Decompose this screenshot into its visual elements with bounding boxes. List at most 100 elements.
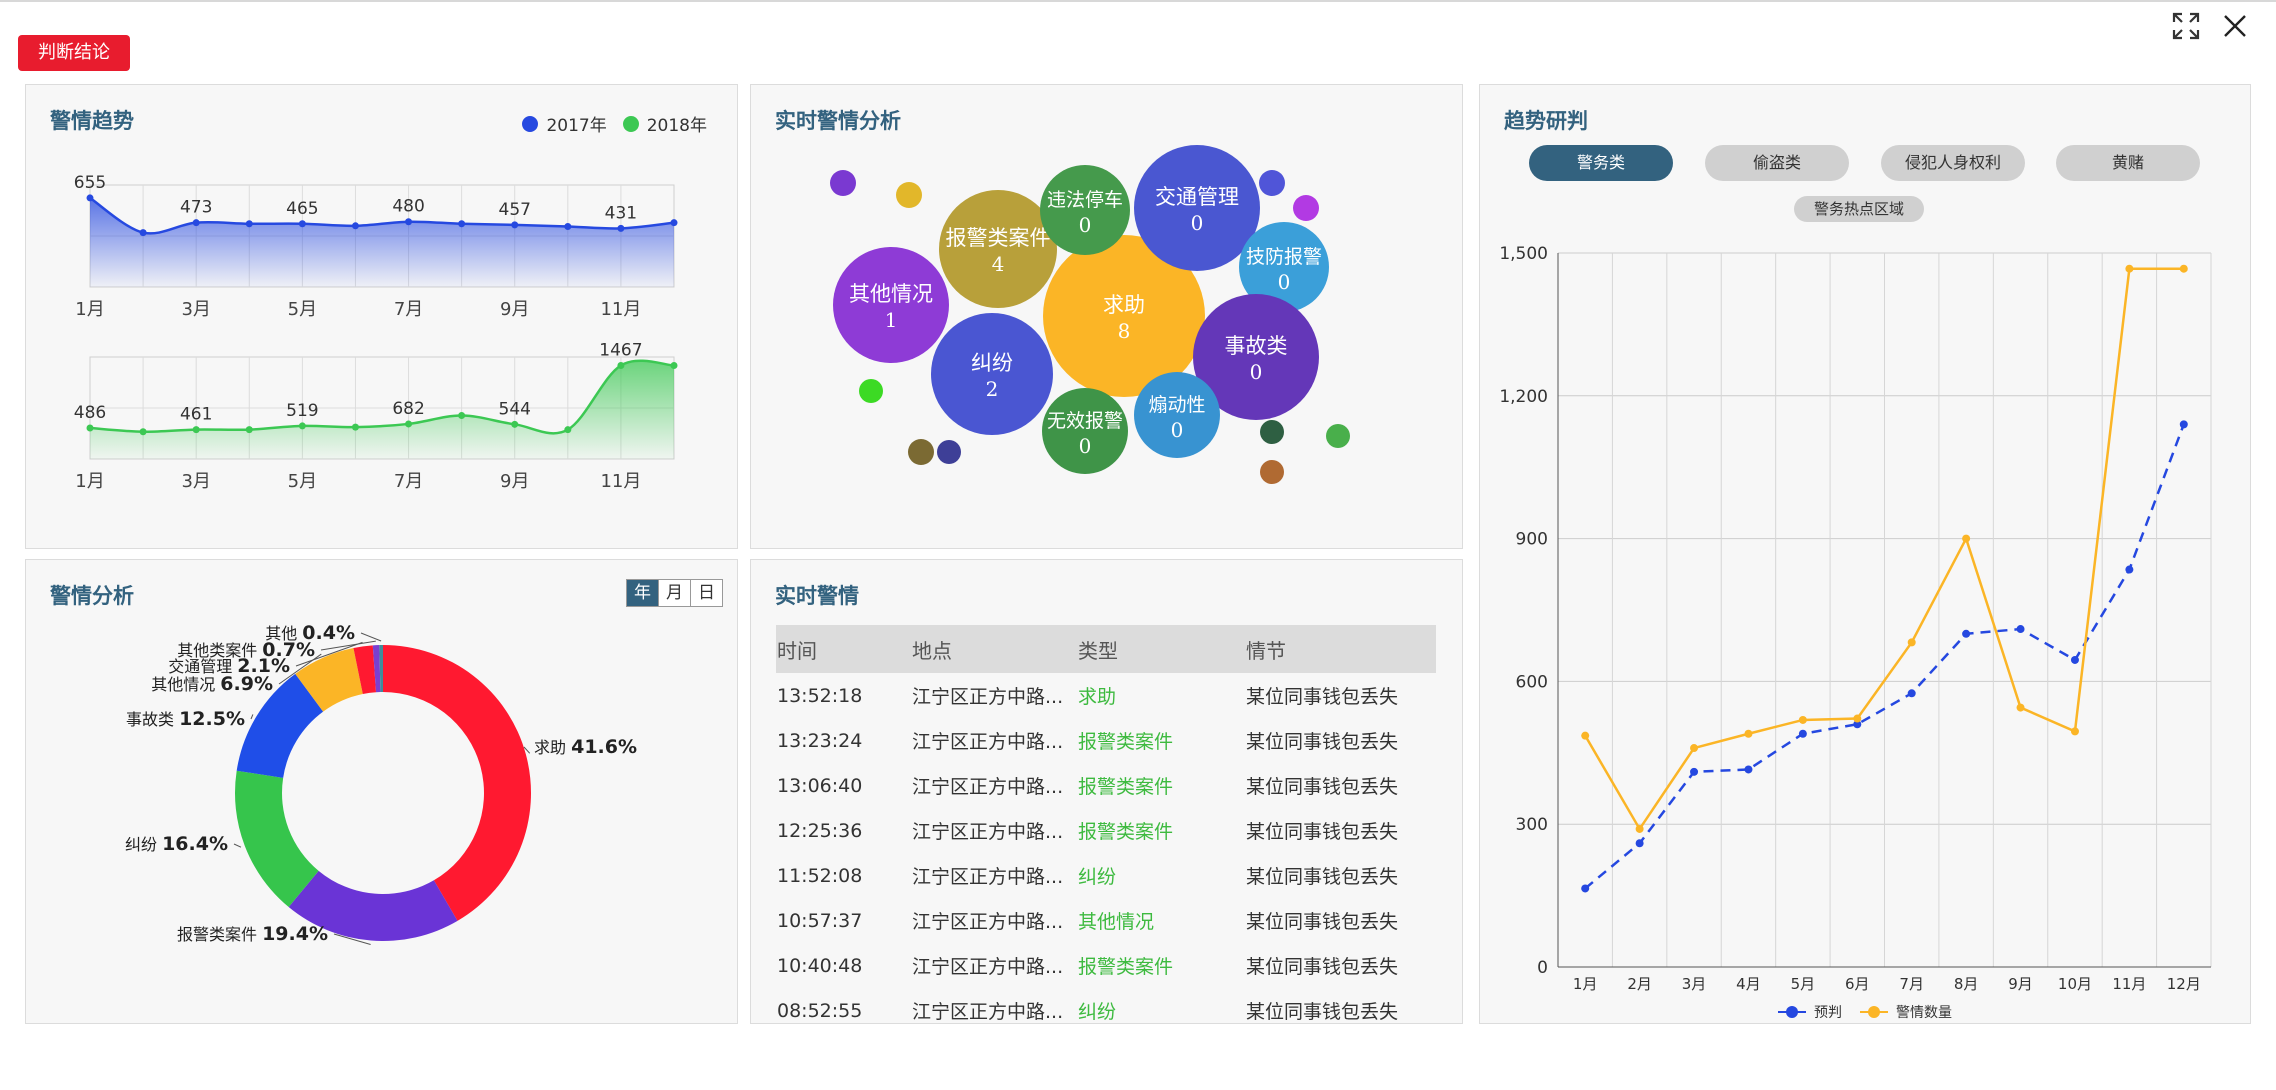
- decor-bubble: [1260, 420, 1284, 444]
- bubble-value: 0: [1278, 270, 1291, 294]
- cell-place: 江宁区正方中路...: [912, 956, 1064, 978]
- col-time: 时间: [776, 625, 911, 673]
- decor-bubble: [859, 379, 883, 403]
- series-point: [2179, 264, 2188, 273]
- x-tick-label: 3月: [1682, 975, 1707, 993]
- table-row[interactable]: 08:52:55 江宁区正方中路... 纠纷 某位同事钱包丢失: [776, 988, 1436, 1033]
- trend-point-label: 457: [499, 200, 531, 220]
- series-point: [1853, 714, 1862, 723]
- alerts-table: 时间 地点 类型 情节 13:52:18 江宁区正方中路... 求助 某位同事钱包丢失…: [776, 625, 1436, 1033]
- legend-label: 警情数量: [1896, 1005, 1952, 1021]
- trend-tick-label: 9月: [500, 299, 529, 320]
- y-tick-label: 600: [1516, 672, 1548, 692]
- decor-bubble: [830, 170, 856, 196]
- cell-place: 江宁区正方中路...: [912, 776, 1064, 798]
- table-row[interactable]: 13:23:24 江宁区正方中路... 报警类案件 某位同事钱包丢失: [776, 718, 1436, 763]
- bubble-name: 求助: [1103, 293, 1145, 317]
- donut-label-name: 报警类案件: [177, 925, 262, 944]
- cell-detail: 某位同事钱包丢失: [1246, 776, 1399, 798]
- series-point: [2070, 727, 2079, 736]
- decor-bubble: [896, 182, 922, 208]
- cell-place: 江宁区正方中路...: [912, 731, 1064, 753]
- research-line-chart: 0 300 600 900 1,200 1,500 1月 2月 3月 4月 5月 6月 7月 8月 9月 10…: [1499, 244, 2212, 1021]
- donut-leader-line: [233, 843, 242, 848]
- alerts-panel-title: 实时警情: [775, 584, 859, 608]
- trend-area: [90, 197, 674, 287]
- trend-point: [405, 218, 413, 226]
- trend-point: [564, 222, 572, 230]
- cell-detail: 某位同事钱包丢失: [1246, 686, 1399, 708]
- decor-bubble: [1293, 195, 1319, 221]
- trend-point-label: 431: [605, 203, 637, 223]
- analysis-panel: 警情分析 年 月 日 求助 41.6% 报警类案件 19.4% 纠纷 16.4% 事故…: [25, 559, 738, 1024]
- y-tick-label: 300: [1516, 815, 1548, 835]
- trend-point-label: 1467: [599, 340, 642, 360]
- trend-tick-label: 7月: [394, 299, 423, 320]
- cell-time: 10:57:37: [777, 909, 863, 932]
- cell-type: 报警类案件: [1078, 731, 1174, 753]
- trend-tick-label: 1月: [75, 471, 104, 492]
- trend-point: [458, 220, 466, 228]
- x-tick-label: 9月: [2008, 975, 2033, 993]
- trend-tick-label: 11月: [600, 299, 641, 320]
- cell-place: 江宁区正方中路...: [912, 911, 1064, 933]
- x-tick-label: 1月: [1573, 975, 1598, 993]
- x-tick-label: 12月: [2167, 975, 2201, 993]
- y-tick-label: 900: [1516, 530, 1548, 550]
- cell-place: 江宁区正方中路...: [912, 821, 1064, 843]
- close-icon[interactable]: [2217, 8, 2253, 44]
- donut-label-value: 0.4%: [302, 622, 355, 644]
- table-row[interactable]: 13:06:40 江宁区正方中路... 报警类案件 某位同事钱包丢失: [776, 763, 1436, 808]
- window-top-border: [0, 0, 2276, 2]
- trend-point: [670, 361, 678, 369]
- bubble-value: 0: [1250, 360, 1263, 384]
- table-row[interactable]: 10:57:37 江宁区正方中路... 其他情况 某位同事钱包丢失: [776, 898, 1436, 943]
- trend-panel: 警情趋势 2017年 2018年 655 473 465 480 457 431 1月 3月 5…: [25, 84, 738, 549]
- bubble-value: 1: [885, 308, 898, 332]
- table-row[interactable]: 11:52:08 江宁区正方中路... 纠纷 某位同事钱包丢失: [776, 853, 1436, 898]
- series-point: [1744, 765, 1753, 774]
- cell-detail: 某位同事钱包丢失: [1246, 731, 1399, 753]
- x-tick-label: 8月: [1954, 975, 1979, 993]
- expand-icon[interactable]: [2168, 8, 2204, 44]
- trend-point-label: 480: [392, 197, 424, 217]
- donut-label: 纠纷 16.4%: [125, 833, 228, 855]
- table-row[interactable]: 10:40:48 江宁区正方中路... 报警类案件 某位同事钱包丢失: [776, 943, 1436, 988]
- cell-time: 11:52:08: [777, 864, 863, 887]
- cell-time: 13:23:24: [777, 729, 863, 752]
- trend-point-label: 473: [180, 198, 212, 218]
- series-point: [1798, 715, 1807, 724]
- donut-label-name: 求助: [534, 738, 571, 757]
- table-row[interactable]: 12:25:36 江宁区正方中路... 报警类案件 某位同事钱包丢失: [776, 808, 1436, 853]
- trend-point: [192, 426, 200, 434]
- verdict-button[interactable]: 判断结论: [18, 35, 130, 71]
- y-tick-label: 1,200: [1499, 387, 1548, 407]
- trend-point: [139, 428, 147, 436]
- trend-tick-label: 5月: [288, 299, 317, 320]
- series-point: [1962, 629, 1971, 638]
- donut-label-name: 事故类: [126, 710, 179, 729]
- bubble-name: 其他情况: [849, 282, 933, 306]
- trend-point: [86, 194, 94, 202]
- donut-label-name: 纠纷: [125, 835, 162, 854]
- donut-label-value: 19.4%: [262, 923, 328, 945]
- bubble-value: 8: [1118, 319, 1131, 343]
- series-point: [1907, 638, 1916, 647]
- cell-type: 纠纷: [1078, 866, 1117, 888]
- series-point: [1635, 824, 1644, 833]
- bubble-value: 0: [1191, 211, 1204, 235]
- bubble-name: 违法停车: [1047, 189, 1123, 211]
- donut-label-value: 16.4%: [162, 833, 228, 855]
- bubble-value: 0: [1079, 434, 1092, 458]
- cell-time: 12:25:36: [777, 819, 863, 842]
- decor-bubble: [1326, 424, 1350, 448]
- col-detail: 情节: [1245, 625, 1436, 673]
- trend-point: [245, 220, 253, 228]
- series-point: [1962, 534, 1971, 543]
- series-point: [2016, 703, 2025, 712]
- trend-point: [86, 424, 94, 432]
- cell-detail: 某位同事钱包丢失: [1246, 821, 1399, 843]
- table-row[interactable]: 13:52:18 江宁区正方中路... 求助 某位同事钱包丢失: [776, 673, 1436, 718]
- series-point: [2125, 264, 2134, 273]
- cell-type: 纠纷: [1078, 1001, 1117, 1023]
